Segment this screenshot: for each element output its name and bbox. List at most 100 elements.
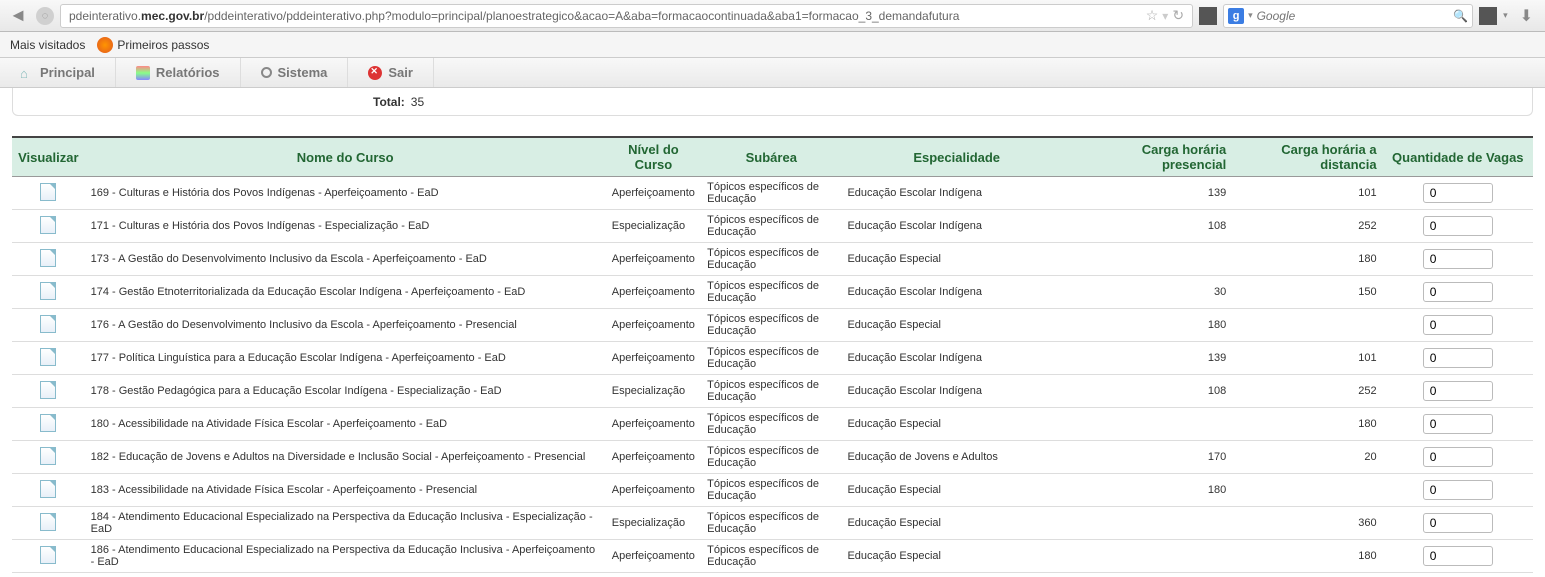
bookmark-most-visited[interactable]: Mais visitados [10, 38, 85, 52]
quantidade-vagas-input[interactable] [1423, 414, 1493, 434]
cell-carga-distancia: 180 [1232, 243, 1382, 276]
url-bar[interactable]: pdeinterativo.mec.gov.br/pddeinterativo/… [60, 4, 1193, 28]
menu-relatorios-label: Relatórios [156, 65, 220, 80]
cell-carga-distancia: 180 [1232, 408, 1382, 441]
cell-especialidade: Educação de Jovens e Adultos [841, 441, 1072, 474]
cell-carga-presencial [1072, 243, 1232, 276]
cell-nivel: Aperfeiçoamento [606, 408, 701, 441]
cell-especialidade: Educação Escolar Indígena [841, 276, 1072, 309]
search-submit-icon[interactable]: 🔍 [1453, 9, 1468, 23]
cell-subarea: Tópicos específicos de Educação [701, 177, 841, 210]
cell-carga-distancia [1232, 309, 1382, 342]
quantidade-vagas-input[interactable] [1423, 546, 1493, 566]
cell-subarea: Tópicos específicos de Educação [701, 408, 841, 441]
table-row: 184 - Atendimento Educacional Especializ… [12, 507, 1533, 540]
cell-subarea: Tópicos específicos de Educação [701, 309, 841, 342]
th-nivel: Nível do Curso [606, 137, 701, 177]
th-nome: Nome do Curso [85, 137, 606, 177]
cell-carga-distancia: 180 [1232, 540, 1382, 573]
quantidade-vagas-input[interactable] [1423, 216, 1493, 236]
menu-principal-label: Principal [40, 65, 95, 80]
cell-nome: 183 - Acessibilidade na Atividade Física… [85, 474, 606, 507]
table-row: 180 - Acessibilidade na Atividade Física… [12, 408, 1533, 441]
total-summary: Total: 35 [12, 88, 1533, 116]
cell-carga-presencial: 108 [1072, 375, 1232, 408]
view-document-icon[interactable] [40, 414, 56, 432]
view-document-icon[interactable] [40, 348, 56, 366]
menu-sistema[interactable]: Sistema [241, 58, 349, 87]
table-row: 169 - Culturas e História dos Povos Indí… [12, 177, 1533, 210]
view-document-icon[interactable] [40, 249, 56, 267]
cell-subarea: Tópicos específicos de Educação [701, 474, 841, 507]
view-document-icon[interactable] [40, 447, 56, 465]
view-document-icon[interactable] [40, 315, 56, 333]
bookmark-first-steps[interactable]: Primeiros passos [97, 37, 209, 53]
quantidade-vagas-input[interactable] [1423, 447, 1493, 467]
total-label: Total: [373, 95, 405, 109]
browser-toolbar: ◄ ◌ pdeinterativo.mec.gov.br/pddeinterat… [0, 0, 1545, 32]
view-document-icon[interactable] [40, 546, 56, 564]
cell-especialidade: Educação Especial [841, 243, 1072, 276]
search-engine-badge[interactable]: g [1228, 8, 1244, 24]
nav-back-icon[interactable]: ◄ [6, 4, 30, 28]
menu-sair[interactable]: Sair [348, 58, 434, 87]
th-quantidade: Quantidade de Vagas [1383, 137, 1533, 177]
search-engine-dropdown-icon[interactable]: ▾ [1248, 10, 1253, 21]
exit-icon [368, 66, 382, 80]
view-document-icon[interactable] [40, 513, 56, 531]
cell-carga-distancia: 252 [1232, 375, 1382, 408]
downloads-icon[interactable]: ⬇ [1514, 6, 1539, 26]
cell-subarea: Tópicos específicos de Educação [701, 441, 841, 474]
cell-especialidade: Educação Escolar Indígena [841, 210, 1072, 243]
table-row: 183 - Acessibilidade na Atividade Física… [12, 474, 1533, 507]
cell-nome: 186 - Atendimento Educacional Especializ… [85, 540, 606, 573]
quantidade-vagas-input[interactable] [1423, 282, 1493, 302]
cell-nivel: Especialização [606, 507, 701, 540]
cell-nivel: Aperfeiçoamento [606, 309, 701, 342]
cell-carga-distancia: 150 [1232, 276, 1382, 309]
view-document-icon[interactable] [40, 183, 56, 201]
url-domain: mec.gov.br [141, 9, 204, 23]
table-row: 182 - Educação de Jovens e Adultos na Di… [12, 441, 1533, 474]
menu-sair-label: Sair [388, 65, 413, 80]
cell-carga-presencial [1072, 540, 1232, 573]
menu-relatorios[interactable]: Relatórios [116, 58, 241, 87]
site-identity-icon[interactable]: ◌ [36, 7, 54, 25]
home-icon: ⌂ [20, 66, 34, 80]
search-box[interactable]: g ▾ 🔍 [1223, 4, 1473, 28]
quantidade-vagas-input[interactable] [1423, 513, 1493, 533]
most-visited-label: Mais visitados [10, 38, 85, 52]
quantidade-vagas-input[interactable] [1423, 348, 1493, 368]
cell-nome: 176 - A Gestão do Desenvolvimento Inclus… [85, 309, 606, 342]
cell-especialidade: Educação Especial [841, 540, 1072, 573]
table-row: 177 - Política Linguística para a Educaç… [12, 342, 1533, 375]
quantidade-vagas-input[interactable] [1423, 315, 1493, 335]
cell-especialidade: Educação Escolar Indígena [841, 342, 1072, 375]
reader-mode-icon[interactable] [1199, 7, 1217, 25]
menu-principal[interactable]: ⌂ Principal [0, 58, 116, 87]
cell-nome: 169 - Culturas e História dos Povos Indí… [85, 177, 606, 210]
cell-nome: 182 - Educação de Jovens e Adultos na Di… [85, 441, 606, 474]
cell-nivel: Aperfeiçoamento [606, 342, 701, 375]
cell-carga-presencial: 30 [1072, 276, 1232, 309]
bookmark-star-icon[interactable]: ☆ [1146, 7, 1159, 24]
view-document-icon[interactable] [40, 216, 56, 234]
cell-nivel: Aperfeiçoamento [606, 276, 701, 309]
quantidade-vagas-input[interactable] [1423, 249, 1493, 269]
bookmarks-dropdown-icon[interactable]: ▾ [1503, 10, 1508, 21]
search-input[interactable] [1257, 9, 1450, 23]
view-document-icon[interactable] [40, 480, 56, 498]
view-document-icon[interactable] [40, 381, 56, 399]
quantidade-vagas-input[interactable] [1423, 480, 1493, 500]
table-row: 171 - Culturas e História dos Povos Indí… [12, 210, 1533, 243]
cell-carga-presencial: 180 [1072, 474, 1232, 507]
quantidade-vagas-input[interactable] [1423, 381, 1493, 401]
table-row: 173 - A Gestão do Desenvolvimento Inclus… [12, 243, 1533, 276]
reload-icon[interactable]: ↻ [1172, 7, 1184, 24]
bookmarks-menu-icon[interactable] [1479, 7, 1497, 25]
view-document-icon[interactable] [40, 282, 56, 300]
first-steps-label: Primeiros passos [117, 38, 209, 52]
cell-carga-distancia: 101 [1232, 177, 1382, 210]
total-value: 35 [411, 95, 424, 109]
quantidade-vagas-input[interactable] [1423, 183, 1493, 203]
